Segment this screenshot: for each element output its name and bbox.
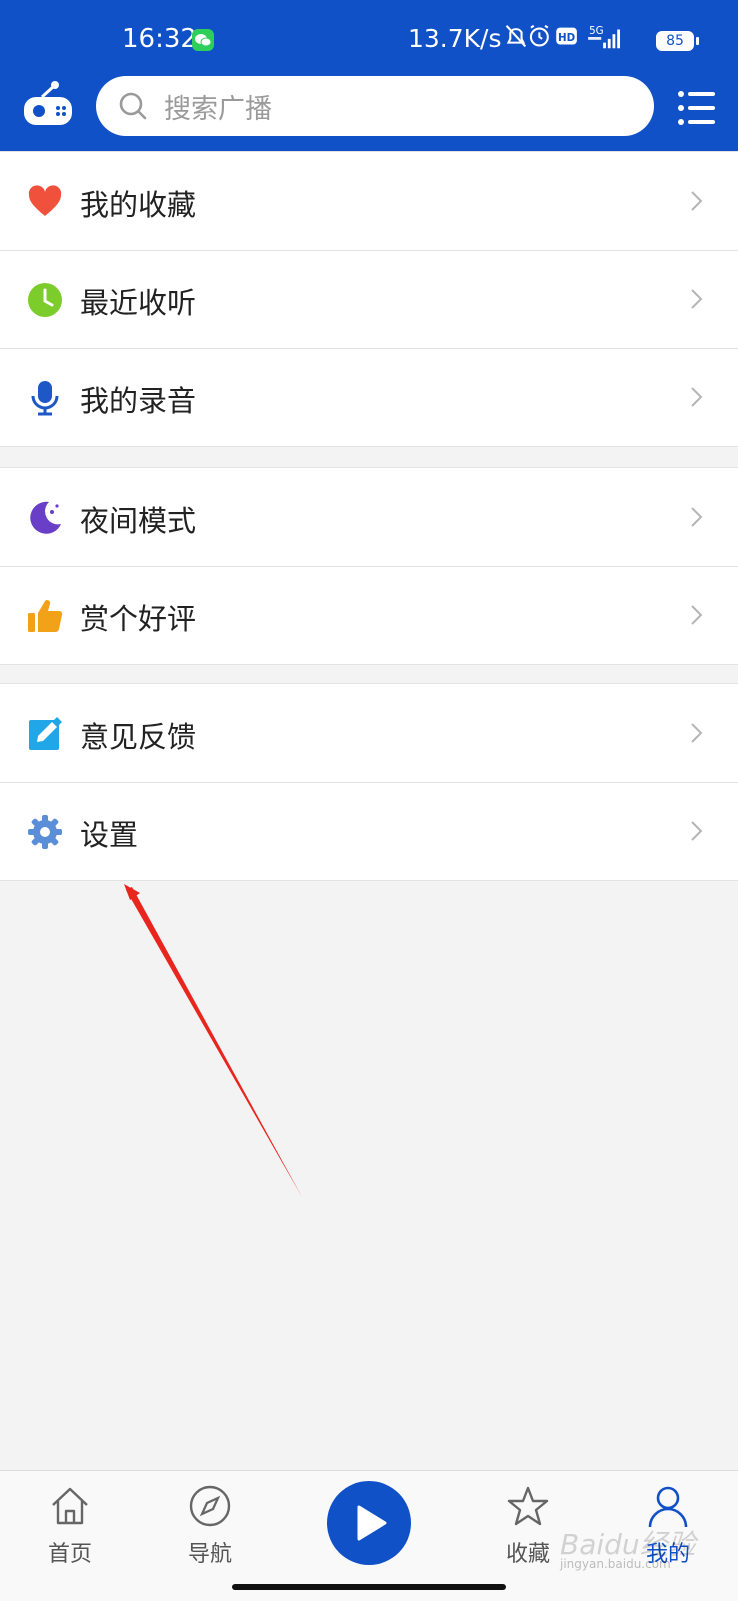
radio-icon[interactable] bbox=[22, 80, 74, 130]
baidu-watermark-url: jingyan.baidu.com bbox=[560, 1557, 671, 1571]
network-speed: 13.7K/s bbox=[408, 24, 502, 53]
menu-item-recent[interactable]: 最近收听 bbox=[0, 250, 738, 348]
list-menu-icon[interactable] bbox=[677, 88, 717, 128]
menu-section-2: 夜间模式 赏个好评 bbox=[0, 467, 738, 665]
clock-icon bbox=[27, 282, 63, 318]
moon-icon bbox=[27, 500, 63, 536]
chevron-right-icon bbox=[690, 386, 704, 408]
tab-home[interactable]: 首页 bbox=[15, 1471, 125, 1581]
heart-icon bbox=[27, 184, 63, 220]
hd-icon: HD bbox=[556, 27, 577, 45]
menu-section-1: 我的收藏 最近收听 我的录音 bbox=[0, 151, 738, 447]
search-placeholder: 搜索广播 bbox=[164, 94, 272, 125]
menu-item-rate-app[interactable]: 赏个好评 bbox=[0, 566, 738, 664]
annotation-arrow bbox=[124, 884, 302, 1197]
compass-icon bbox=[189, 1485, 231, 1527]
menu-item-recordings[interactable]: 我的录音 bbox=[0, 348, 738, 446]
status-icons: HD 5G bbox=[505, 24, 620, 49]
menu-item-label: 赏个好评 bbox=[80, 602, 197, 636]
menu-item-label: 设置 bbox=[80, 818, 139, 852]
microphone-icon bbox=[27, 380, 63, 416]
mute-bell-icon bbox=[505, 25, 527, 48]
top-header: 16:32 13.7K/s HD 5G 85 搜索广播 bbox=[0, 0, 738, 151]
play-icon bbox=[357, 1505, 387, 1541]
gear-icon bbox=[27, 814, 63, 850]
thumbs-up-icon bbox=[27, 598, 63, 634]
alarm-icon bbox=[529, 24, 549, 47]
menu-item-label: 夜间模式 bbox=[80, 504, 197, 538]
edit-icon bbox=[27, 716, 63, 752]
tab-label: 首页 bbox=[47, 1542, 92, 1567]
menu-item-favorites[interactable]: 我的收藏 bbox=[0, 152, 738, 250]
chevron-right-icon bbox=[690, 288, 704, 310]
search-input[interactable]: 搜索广播 bbox=[96, 76, 654, 136]
chevron-right-icon bbox=[690, 604, 704, 626]
status-time: 16:32 bbox=[122, 24, 197, 54]
svg-text:5G: 5G bbox=[589, 25, 604, 37]
search-icon bbox=[118, 91, 148, 125]
signal-icon: 5G bbox=[588, 25, 620, 49]
tab-navigation[interactable]: 导航 bbox=[155, 1471, 265, 1581]
tab-label: 导航 bbox=[187, 1542, 232, 1567]
chevron-right-icon bbox=[690, 190, 704, 212]
svg-text:HD: HD bbox=[558, 32, 576, 44]
home-icon bbox=[52, 1487, 88, 1525]
battery-icon: 85 bbox=[656, 31, 694, 51]
chevron-right-icon bbox=[690, 820, 704, 842]
menu-item-label: 最近收听 bbox=[80, 286, 197, 320]
menu-section-3: 意见反馈 设置 bbox=[0, 683, 738, 881]
play-button[interactable] bbox=[327, 1481, 411, 1565]
home-indicator[interactable] bbox=[232, 1584, 506, 1590]
menu-item-feedback[interactable]: 意见反馈 bbox=[0, 684, 738, 782]
chevron-right-icon bbox=[690, 506, 704, 528]
menu-item-label: 我的录音 bbox=[80, 384, 197, 418]
battery-cap bbox=[696, 37, 699, 45]
wechat-icon bbox=[192, 29, 214, 51]
chevron-right-icon bbox=[690, 722, 704, 744]
menu-item-settings[interactable]: 设置 bbox=[0, 782, 738, 880]
bottom-nav: 首页 导航 收藏 我的 Baidu经验 jingyan.baidu.com bbox=[0, 1470, 738, 1601]
menu-item-label: 我的收藏 bbox=[80, 188, 197, 222]
star-icon bbox=[507, 1486, 549, 1526]
person-icon bbox=[648, 1486, 688, 1527]
menu-item-label: 意见反馈 bbox=[80, 720, 197, 754]
menu-item-night-mode[interactable]: 夜间模式 bbox=[0, 468, 738, 566]
